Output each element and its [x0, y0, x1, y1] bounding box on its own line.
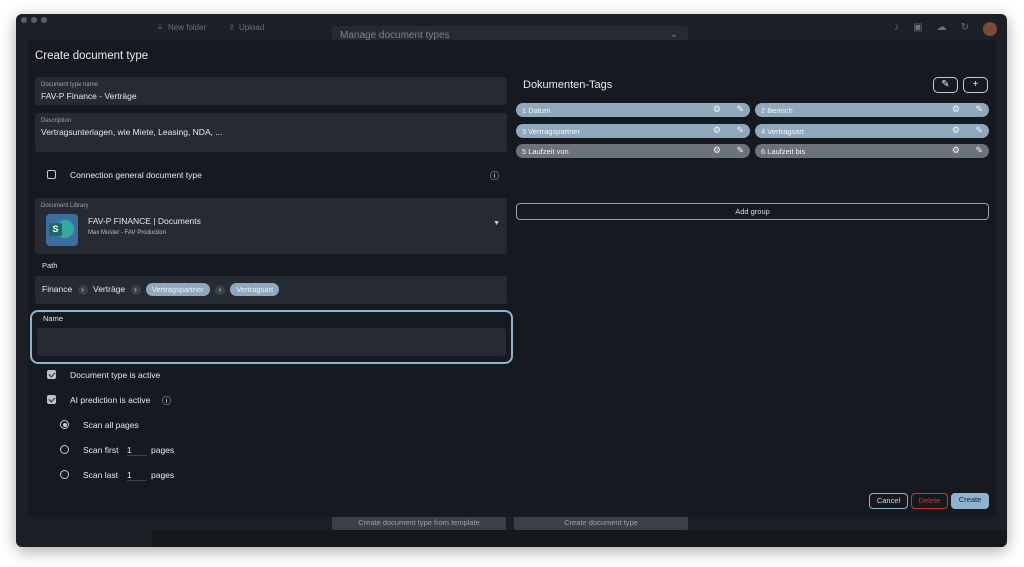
bell-icon[interactable]: ♪	[894, 22, 899, 36]
upload-button[interactable]: ⇪ Upload	[228, 22, 264, 33]
doc-type-name-field[interactable]: Document type name FAV-P Finance - Vertr…	[35, 77, 507, 105]
ai-active-label: AI prediction is active	[70, 395, 151, 405]
document-active-label: Document type is active	[70, 370, 161, 380]
pencil-icon[interactable]: ✎	[975, 145, 983, 156]
gear-icon[interactable]: ⚙	[713, 125, 721, 136]
new-folder-button[interactable]: ＋ New folder	[156, 22, 206, 33]
scan-last-input[interactable]: 1	[127, 470, 147, 481]
gear-icon[interactable]: ⚙	[952, 104, 960, 115]
field-value: Vertragsunterlagen, wie Miete, Leasing, …	[41, 127, 223, 137]
tag-label: 6 Laufzeit bis	[761, 147, 806, 156]
tag-label: 5 Laufzeit von	[522, 147, 569, 156]
tag-item[interactable]: 2 Bereich ⚙ ✎	[755, 103, 989, 117]
info-icon[interactable]: ⓘ	[162, 394, 171, 407]
app-window: ＋ New folder ⇪ Upload ♪ ▣ ☁ ↻ Manage docum…	[16, 14, 1007, 547]
path-bar: Finance › Verträge › Vertragspartner › V…	[35, 276, 507, 304]
tag-label: 3 Vertragspartner	[522, 127, 580, 136]
field-label: Description	[41, 118, 72, 124]
tag-label: 2 Bereich	[761, 106, 793, 115]
field-value: FAV-P Finance - Verträge	[41, 91, 137, 101]
create-document-type-dialog: Create document type Document type name …	[28, 40, 996, 517]
gear-icon[interactable]: ⚙	[713, 104, 721, 115]
pencil-icon[interactable]: ✎	[736, 145, 744, 156]
background-header-icons: ♪ ▣ ☁ ↻	[894, 22, 997, 36]
minimize-dot[interactable]	[31, 17, 37, 23]
gear-icon[interactable]: ⚙	[952, 145, 960, 156]
name-input[interactable]	[37, 328, 506, 356]
create-from-template-button[interactable]: Create document type from template	[332, 516, 506, 530]
path-label: Path	[42, 261, 58, 270]
tag-item[interactable]: 5 Laufzeit von ⚙ ✎	[516, 144, 750, 158]
background-bottom-buttons: Create document type from template Creat…	[332, 516, 688, 530]
caret-down-icon[interactable]: ▼	[493, 220, 500, 227]
background-footer	[152, 530, 1007, 547]
pencil-icon[interactable]: ✎	[736, 104, 744, 115]
delete-button[interactable]: Delete	[911, 493, 948, 509]
cloud-icon[interactable]: ☁	[937, 22, 947, 36]
background-toolbar: ＋ New folder ⇪ Upload	[156, 22, 264, 33]
library-subtitle: Max Muster - FAV Production	[88, 230, 166, 236]
pencil-icon[interactable]: ✎	[975, 125, 983, 136]
sharepoint-icon: S	[46, 214, 78, 246]
tag-item[interactable]: 4 Vertragsart ⚙ ✎	[755, 124, 989, 138]
path-item[interactable]: Verträge	[93, 284, 125, 294]
scan-last-label: Scan last	[83, 470, 118, 480]
chevron-right-icon: ›	[130, 285, 141, 295]
tag-label: 4 Vertragsart	[761, 127, 804, 136]
add-tag-button[interactable]: +	[963, 77, 988, 93]
name-label: Name	[43, 314, 64, 323]
window-controls[interactable]	[21, 17, 47, 23]
plus-icon: ＋	[156, 23, 164, 32]
path-breadcrumb: Finance › Verträge › Vertragspartner › V…	[42, 283, 280, 296]
connection-general-checkbox[interactable]	[47, 170, 56, 179]
edit-tags-button[interactable]: ✎	[933, 77, 958, 93]
info-icon[interactable]: ⓘ	[490, 169, 499, 182]
connection-general-label: Connection general document type	[70, 170, 202, 180]
tag-item[interactable]: 1 Datum ⚙ ✎	[516, 103, 750, 117]
scan-all-label: Scan all pages	[83, 420, 139, 430]
scan-first-radio[interactable]	[60, 445, 69, 454]
pages-label: pages	[151, 445, 175, 455]
document-active-checkbox[interactable]	[47, 370, 56, 379]
pages-label: pages	[151, 470, 175, 480]
create-button[interactable]: Create	[951, 493, 989, 509]
tag-item[interactable]: 3 Vertragspartner ⚙ ✎	[516, 124, 750, 138]
panel-icon[interactable]: ▣	[913, 22, 922, 36]
path-item[interactable]: Finance	[42, 284, 72, 294]
gear-icon[interactable]: ⚙	[952, 125, 960, 136]
pencil-icon[interactable]: ✎	[975, 104, 983, 115]
pencil-icon[interactable]: ✎	[736, 125, 744, 136]
chevron-right-icon: ›	[214, 285, 225, 295]
refresh-icon[interactable]: ↻	[961, 22, 969, 36]
description-field[interactable]: Description Vertragsunterlagen, wie Miet…	[35, 113, 507, 152]
name-field-focus: Name	[30, 310, 513, 364]
pencil-icon: ✎	[941, 79, 950, 90]
library-title: FAV-P FINANCE | Documents	[88, 216, 201, 226]
create-document-type-bg-button[interactable]: Create document type	[514, 516, 688, 530]
ai-active-checkbox[interactable]	[47, 395, 56, 404]
scan-all-radio[interactable]	[60, 420, 69, 429]
add-group-button[interactable]: Add group	[516, 203, 989, 220]
maximize-dot[interactable]	[41, 17, 47, 23]
chevron-right-icon: ›	[77, 285, 88, 295]
close-dot[interactable]	[21, 17, 27, 23]
scan-first-label: Scan first	[83, 445, 119, 455]
tag-item[interactable]: 6 Laufzeit bis ⚙ ✎	[755, 144, 989, 158]
avatar[interactable]	[983, 22, 997, 36]
path-chip[interactable]: Vertragspartner	[145, 283, 210, 296]
scan-first-input[interactable]: 1	[127, 445, 147, 456]
gear-icon[interactable]: ⚙	[713, 145, 721, 156]
dialog-title: Create document type	[35, 50, 149, 62]
cancel-button[interactable]: Cancel	[869, 493, 908, 509]
tags-title: Dokumenten-Tags	[523, 79, 613, 91]
path-chip[interactable]: Vertragsart	[230, 283, 280, 296]
document-library-select[interactable]: Document Library S FAV-P FINANCE | Docum…	[35, 198, 507, 254]
scan-last-radio[interactable]	[60, 470, 69, 479]
field-label: Document type name	[41, 82, 99, 88]
plus-icon: +	[972, 79, 979, 90]
tag-label: 1 Datum	[522, 106, 551, 115]
chevron-down-icon[interactable]: ⌄	[670, 29, 678, 40]
field-label: Document Library	[41, 203, 89, 209]
upload-icon: ⇪	[228, 23, 235, 32]
